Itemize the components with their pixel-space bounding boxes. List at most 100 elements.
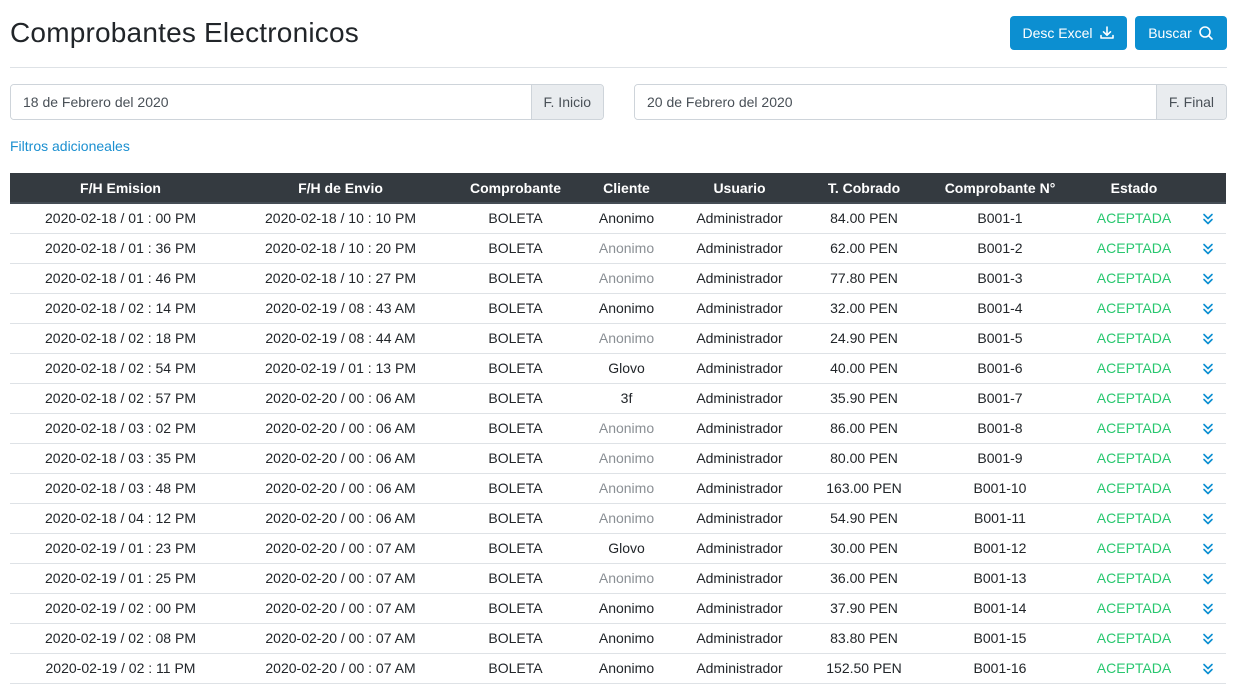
numero-cell: B001-7	[921, 383, 1079, 414]
cliente-cell: Anonimo	[581, 263, 672, 294]
numero-cell: B001-15	[921, 623, 1079, 654]
usuario-cell: Administrador	[672, 383, 807, 414]
row-action-cell	[1189, 413, 1226, 444]
estado-cell: ACEPTADA	[1079, 623, 1189, 654]
chevron-double-down-icon[interactable]	[1202, 512, 1214, 526]
emision-cell: 2020-02-18 / 01 : 36 PM	[10, 233, 231, 264]
search-icon	[1198, 25, 1214, 41]
cliente-cell: Glovo	[581, 353, 672, 384]
end-date-group: F. Final	[634, 84, 1227, 120]
additional-filters-link[interactable]: Filtros adicioneales	[10, 138, 130, 154]
cobrado-cell: 37.90 PEN	[807, 593, 921, 624]
table-row: 2020-02-19 / 02 : 11 PM 2020-02-20 / 00 :…	[10, 653, 1226, 684]
chevron-double-down-icon[interactable]	[1202, 302, 1214, 316]
search-button[interactable]: Buscar	[1135, 16, 1227, 50]
estado-cell: ACEPTADA	[1079, 563, 1189, 594]
estado-cell: ACEPTADA	[1079, 383, 1189, 414]
cobrado-cell: 163.00 PEN	[807, 473, 921, 504]
column-header: Estado	[1079, 173, 1189, 204]
cobrado-cell: 77.80 PEN	[807, 263, 921, 294]
row-action-cell	[1189, 293, 1226, 324]
table-body: 2020-02-18 / 01 : 00 PM 2020-02-18 / 10 :…	[10, 203, 1226, 684]
cliente-cell: Anonimo	[581, 503, 672, 534]
chevron-double-down-icon[interactable]	[1202, 632, 1214, 646]
emision-cell: 2020-02-18 / 01 : 46 PM	[10, 263, 231, 294]
cobrado-cell: 32.00 PEN	[807, 293, 921, 324]
chevron-double-down-icon[interactable]	[1202, 662, 1214, 676]
cobrado-cell: 80.00 PEN	[807, 443, 921, 474]
chevron-double-down-icon[interactable]	[1202, 242, 1214, 256]
envio-cell: 2020-02-20 / 00 : 07 AM	[231, 563, 450, 594]
chevron-double-down-icon[interactable]	[1202, 392, 1214, 406]
chevron-double-down-icon[interactable]	[1202, 332, 1214, 346]
numero-cell: B001-3	[921, 263, 1079, 294]
chevron-double-down-icon[interactable]	[1202, 482, 1214, 496]
usuario-cell: Administrador	[672, 533, 807, 564]
chevron-double-down-icon[interactable]	[1202, 542, 1214, 556]
usuario-cell: Administrador	[672, 563, 807, 594]
chevron-double-down-icon[interactable]	[1202, 272, 1214, 286]
usuario-cell: Administrador	[672, 233, 807, 264]
numero-cell: B001-13	[921, 563, 1079, 594]
comprobante-cell: BOLETA	[450, 203, 581, 234]
comprobante-cell: BOLETA	[450, 503, 581, 534]
chevron-double-down-icon[interactable]	[1202, 452, 1214, 466]
receipts-table: F/H Emision F/H de Envio Comprobante Client…	[10, 173, 1226, 684]
start-date-input[interactable]	[11, 85, 531, 119]
cobrado-cell: 35.90 PEN	[807, 383, 921, 414]
emision-cell: 2020-02-18 / 03 : 35 PM	[10, 443, 231, 474]
chevron-double-down-icon[interactable]	[1202, 362, 1214, 376]
column-header: Cliente	[581, 173, 672, 204]
cobrado-cell: 30.00 PEN	[807, 533, 921, 564]
numero-cell: B001-9	[921, 443, 1079, 474]
envio-cell: 2020-02-18 / 10 : 27 PM	[231, 263, 450, 294]
download-excel-button[interactable]: Desc Excel	[1010, 16, 1127, 50]
chevron-double-down-icon[interactable]	[1202, 572, 1214, 586]
cobrado-cell: 36.00 PEN	[807, 563, 921, 594]
table-row: 2020-02-18 / 03 : 48 PM 2020-02-20 / 00 :…	[10, 473, 1226, 504]
envio-cell: 2020-02-20 / 00 : 06 AM	[231, 413, 450, 444]
usuario-cell: Administrador	[672, 263, 807, 294]
usuario-cell: Administrador	[672, 203, 807, 234]
row-action-cell	[1189, 383, 1226, 414]
cliente-cell: Anonimo	[581, 443, 672, 474]
end-date-input[interactable]	[635, 85, 1156, 119]
table-row: 2020-02-18 / 03 : 35 PM 2020-02-20 / 00 :…	[10, 443, 1226, 474]
envio-cell: 2020-02-19 / 01 : 13 PM	[231, 353, 450, 384]
cobrado-cell: 54.90 PEN	[807, 503, 921, 534]
estado-cell: ACEPTADA	[1079, 203, 1189, 234]
table-row: 2020-02-18 / 01 : 46 PM 2020-02-18 / 10 :…	[10, 263, 1226, 294]
column-header: Comprobante	[450, 173, 581, 204]
comprobante-cell: BOLETA	[450, 263, 581, 294]
comprobante-cell: BOLETA	[450, 233, 581, 264]
chevron-double-down-icon[interactable]	[1202, 212, 1214, 226]
row-action-cell	[1189, 233, 1226, 264]
comprobante-cell: BOLETA	[450, 413, 581, 444]
emision-cell: 2020-02-18 / 02 : 18 PM	[10, 323, 231, 354]
end-date-addon: F. Final	[1155, 85, 1226, 119]
chevron-double-down-icon[interactable]	[1202, 422, 1214, 436]
comprobante-cell: BOLETA	[450, 623, 581, 654]
emision-cell: 2020-02-19 / 01 : 25 PM	[10, 563, 231, 594]
usuario-cell: Administrador	[672, 593, 807, 624]
estado-cell: ACEPTADA	[1079, 473, 1189, 504]
emision-cell: 2020-02-19 / 02 : 00 PM	[10, 593, 231, 624]
start-date-addon: F. Inicio	[530, 85, 603, 119]
estado-cell: ACEPTADA	[1079, 413, 1189, 444]
envio-cell: 2020-02-18 / 10 : 10 PM	[231, 203, 450, 234]
numero-cell: B001-4	[921, 293, 1079, 324]
envio-cell: 2020-02-20 / 00 : 07 AM	[231, 593, 450, 624]
emision-cell: 2020-02-19 / 01 : 23 PM	[10, 533, 231, 564]
table-row: 2020-02-19 / 02 : 00 PM 2020-02-20 / 00 :…	[10, 593, 1226, 624]
chevron-double-down-icon[interactable]	[1202, 602, 1214, 616]
estado-cell: ACEPTADA	[1079, 443, 1189, 474]
emision-cell: 2020-02-18 / 04 : 12 PM	[10, 503, 231, 534]
cobrado-cell: 84.00 PEN	[807, 203, 921, 234]
numero-cell: B001-1	[921, 203, 1079, 234]
cobrado-cell: 40.00 PEN	[807, 353, 921, 384]
emision-cell: 2020-02-18 / 02 : 54 PM	[10, 353, 231, 384]
emision-cell: 2020-02-18 / 01 : 00 PM	[10, 203, 231, 234]
envio-cell: 2020-02-19 / 08 : 44 AM	[231, 323, 450, 354]
estado-cell: ACEPTADA	[1079, 323, 1189, 354]
cliente-cell: Anonimo	[581, 653, 672, 684]
